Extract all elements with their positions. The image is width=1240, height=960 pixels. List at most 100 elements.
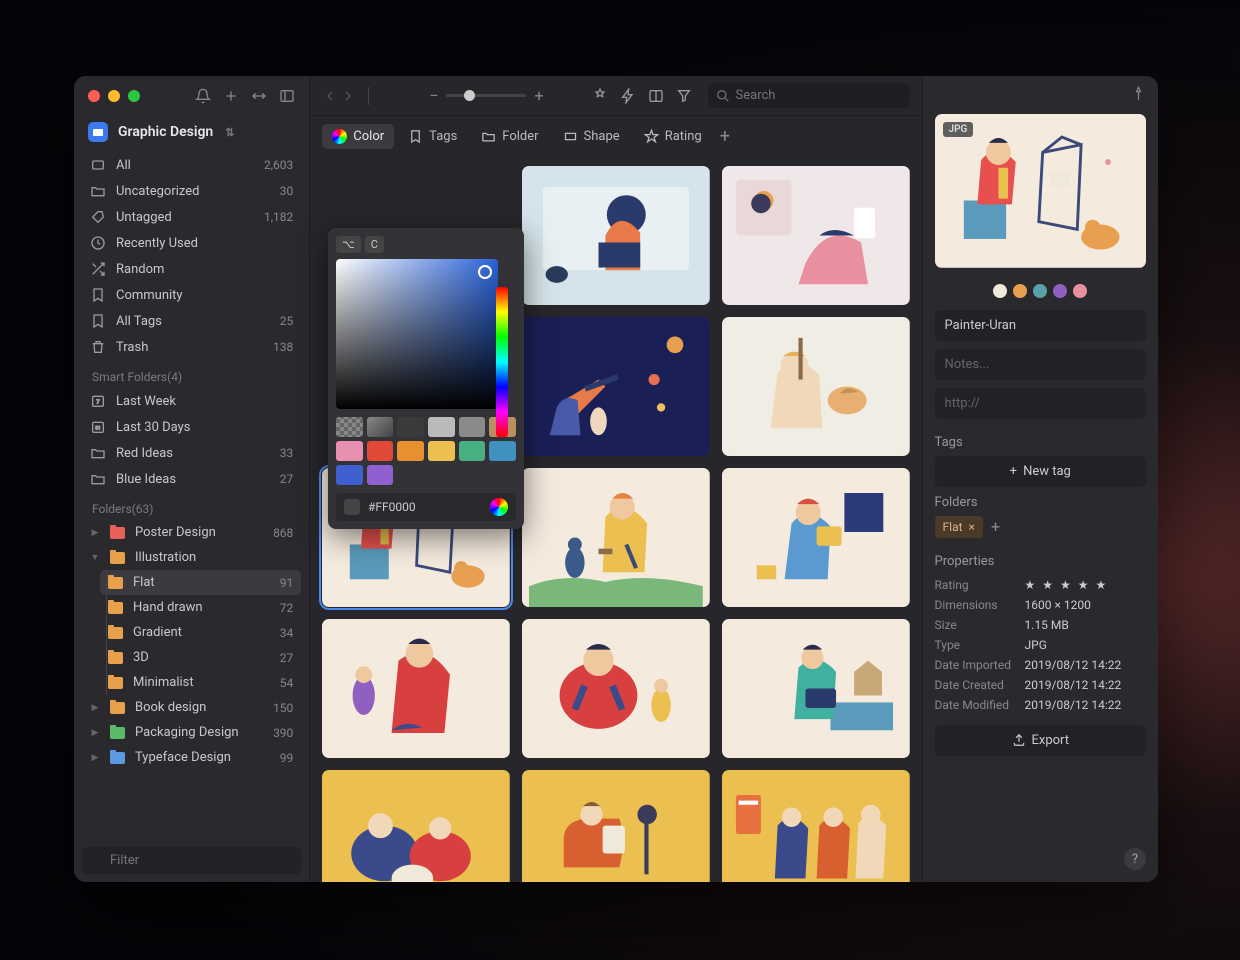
filter-shape[interactable]: Shape [553,124,630,149]
swatch[interactable] [336,465,363,485]
zoom-in-icon[interactable]: + [534,86,543,105]
search-input[interactable] [736,88,902,103]
thumbnail[interactable] [722,619,910,758]
swatch[interactable] [489,441,516,461]
disclosure-icon[interactable]: ▶ [90,728,100,738]
swatch[interactable] [367,441,394,461]
thumbnail[interactable] [522,619,710,758]
color-picker-popover[interactable]: ⌥C #FF0000 [328,228,524,529]
preview-image[interactable]: JPG [935,114,1146,268]
notes-field[interactable] [935,349,1146,380]
swatch[interactable] [397,441,424,461]
search-box[interactable] [708,83,910,108]
swatch[interactable] [397,417,424,437]
bolt-icon[interactable] [620,88,636,104]
folder-chip[interactable]: Flat× [935,516,983,538]
nav-random[interactable]: Random [82,256,301,282]
shuffle-icon [90,261,106,277]
filter-folder[interactable]: Folder [471,124,548,149]
extension-icon[interactable] [592,88,608,104]
smart-blue[interactable]: Blue Ideas27 [82,466,301,492]
hue-slider[interactable] [496,287,508,437]
filter-color[interactable]: Color [322,124,394,149]
disclosure-icon[interactable]: ▼ [90,552,100,563]
swap-icon[interactable] [251,88,267,104]
plus-icon[interactable] [223,88,239,104]
library-selector[interactable]: Graphic Design ⇅ [74,116,309,148]
subfolder-minimalist[interactable]: Minimalist54 [100,670,301,695]
add-filter-button[interactable]: + [720,126,730,147]
color-dot[interactable] [1053,284,1067,298]
subfolder-3d[interactable]: 3D27 [100,645,301,670]
swatch[interactable] [459,417,486,437]
thumbnail[interactable] [722,770,910,882]
disclosure-icon[interactable]: ▶ [90,753,100,763]
subfolder-gradient[interactable]: Gradient34 [100,620,301,645]
folder-typeface[interactable]: ▶Typeface Design99 [82,745,301,770]
folder-packaging[interactable]: ▶Packaging Design390 [82,720,301,745]
nav-uncategorized[interactable]: Uncategorized30 [82,178,301,204]
layout-icon[interactable] [648,88,664,104]
swatch[interactable] [459,441,486,461]
smart-last30[interactable]: 31Last 30 Days [82,414,301,440]
nav-recent[interactable]: Recently Used [82,230,301,256]
nav-community[interactable]: Community [82,282,301,308]
smart-red[interactable]: Red Ideas33 [82,440,301,466]
pin-icon[interactable] [1131,86,1146,101]
remove-chip-icon[interactable]: × [969,520,975,534]
filter-tags[interactable]: Tags [398,124,467,149]
nav-trash[interactable]: Trash138 [82,334,301,360]
thumbnail[interactable] [722,317,910,456]
color-dot[interactable] [993,284,1007,298]
disclosure-icon[interactable]: ▶ [90,528,100,538]
filter-input[interactable] [82,847,301,874]
zoom-out-icon[interactable]: − [429,86,438,105]
back-icon[interactable] [322,88,338,104]
color-dot[interactable] [1033,284,1047,298]
thumbnail[interactable] [522,468,710,607]
thumbnail[interactable] [722,166,910,305]
folder-book[interactable]: ▶Book design150 [82,695,301,720]
swatch[interactable] [428,417,455,437]
nav-all[interactable]: All2,603 [82,152,301,178]
zoom-control[interactable]: − + [429,86,543,105]
swatch[interactable] [367,417,394,437]
nav-alltags[interactable]: All Tags25 [82,308,301,334]
thumbnail[interactable] [522,317,710,456]
smart-lastweek[interactable]: 7Last Week [82,388,301,414]
thumbnail[interactable] [522,166,710,305]
thumbnail[interactable] [522,770,710,882]
zoom-slider[interactable] [446,94,526,97]
swatch[interactable] [367,465,394,485]
subfolder-flat[interactable]: Flat91 [100,570,301,595]
export-button[interactable]: Export [935,725,1146,756]
filter-rating[interactable]: Rating [634,124,712,149]
url-field[interactable] [935,388,1146,419]
swatch[interactable] [336,441,363,461]
rating-stars[interactable]: ★ ★ ★ ★ ★ [1025,578,1109,592]
help-button[interactable]: ? [1124,848,1146,870]
folder-poster[interactable]: ▶Poster Design868 [82,520,301,545]
filter-toggle-icon[interactable] [676,88,692,104]
color-wheel-icon[interactable] [490,498,508,516]
name-field[interactable] [935,310,1146,341]
subfolder-handdrawn[interactable]: Hand drawn72 [100,595,301,620]
panel-icon[interactable] [279,88,295,104]
window-controls[interactable] [88,90,140,102]
swatch[interactable] [428,441,455,461]
nav-untagged[interactable]: Untagged1,182 [82,204,301,230]
thumbnail[interactable] [322,770,510,882]
color-dot[interactable] [1073,284,1087,298]
new-tag-button[interactable]: +New tag [935,456,1146,487]
swatch[interactable] [336,417,363,437]
color-dot[interactable] [1013,284,1027,298]
folder-illustration[interactable]: ▼Illustration [82,545,301,570]
add-folder-button[interactable]: + [991,517,1000,536]
thumbnail[interactable] [322,619,510,758]
bell-icon[interactable] [195,88,211,104]
thumbnail[interactable] [722,468,910,607]
color-gradient[interactable] [336,259,498,409]
disclosure-icon[interactable]: ▶ [90,703,100,713]
hex-value[interactable]: #FF0000 [368,500,482,514]
forward-icon[interactable] [340,88,356,104]
